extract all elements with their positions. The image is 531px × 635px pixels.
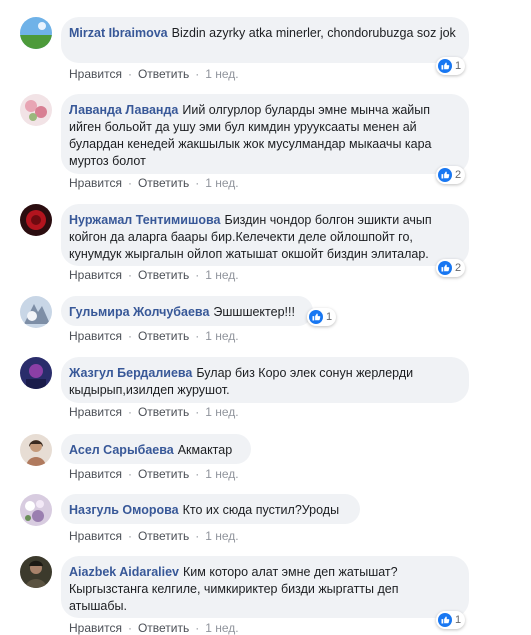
comment-actions: Нравится · Ответить · 1 нед. bbox=[69, 176, 239, 190]
reply-link[interactable]: Ответить bbox=[138, 329, 189, 343]
reaction-number: 1 bbox=[455, 60, 462, 72]
comment-author[interactable]: Aiazbek Aidaraliev bbox=[69, 565, 179, 579]
reply-link[interactable]: Ответить bbox=[138, 176, 189, 190]
reply-link[interactable]: Ответить bbox=[138, 405, 189, 419]
avatar[interactable] bbox=[20, 556, 52, 588]
reaction-count[interactable]: 1 bbox=[436, 611, 466, 629]
separator-dot: · bbox=[127, 467, 132, 481]
comment-author[interactable]: Асел Сарыбаева bbox=[69, 443, 174, 457]
like-link[interactable]: Нравится bbox=[69, 529, 122, 543]
like-link[interactable]: Нравится bbox=[69, 621, 122, 635]
comment-text: Акмактар bbox=[177, 443, 233, 457]
avatar[interactable] bbox=[20, 204, 52, 236]
reply-link[interactable]: Ответить bbox=[138, 67, 189, 81]
reaction-count[interactable]: 1 bbox=[307, 308, 337, 326]
comment-bubble: Жазгул Бердалиева Булар биз Коро элек сон… bbox=[61, 357, 469, 403]
comment-author[interactable]: Назгуль Оморова bbox=[69, 503, 179, 517]
comment-time[interactable]: 1 нед. bbox=[205, 529, 238, 543]
separator-dot: · bbox=[127, 405, 132, 419]
comment-author[interactable]: Лаванда Лаванда bbox=[69, 103, 178, 117]
comment-bubble: Асел Сарыбаева Акмактар bbox=[61, 434, 251, 464]
avatar[interactable] bbox=[20, 357, 52, 389]
like-link[interactable]: Нравится bbox=[69, 329, 122, 343]
comment-bubble: Назгуль Оморова Кто их сюда пустил?Уроды bbox=[61, 494, 360, 524]
avatar[interactable] bbox=[20, 17, 52, 49]
comment-author[interactable]: Жазгул Бердалиева bbox=[69, 366, 192, 380]
comment-actions: Нравится · Ответить · 1 нед. bbox=[69, 268, 239, 282]
comment-time[interactable]: 1 нед. bbox=[205, 467, 238, 481]
like-link[interactable]: Нравится bbox=[69, 405, 122, 419]
comment-bubble: Mirzat Ibraimova Bizdin azyrky atka miner… bbox=[61, 17, 469, 63]
comment-text: Кто их сюда пустил?Уроды bbox=[182, 503, 340, 517]
like-link[interactable]: Нравится bbox=[69, 268, 122, 282]
comment-time[interactable]: 1 нед. bbox=[205, 67, 238, 81]
like-link[interactable]: Нравится bbox=[69, 176, 122, 190]
comment-time[interactable]: 1 нед. bbox=[205, 329, 238, 343]
reaction-number: 2 bbox=[455, 169, 462, 181]
separator-dot: · bbox=[127, 621, 132, 635]
reaction-count[interactable]: 1 bbox=[436, 57, 466, 75]
reaction-number: 2 bbox=[455, 262, 462, 274]
comment-author[interactable]: Нуржамал Тентимишова bbox=[69, 213, 220, 227]
separator-dot: · bbox=[195, 176, 200, 190]
separator-dot: · bbox=[127, 329, 132, 343]
reply-link[interactable]: Ответить bbox=[138, 529, 189, 543]
like-icon bbox=[438, 613, 452, 627]
reaction-count[interactable]: 2 bbox=[436, 259, 466, 277]
separator-dot: · bbox=[195, 405, 200, 419]
comment-actions: Нравится · Ответить · 1 нед. bbox=[69, 405, 239, 419]
separator-dot: · bbox=[127, 67, 132, 81]
comment-text: Эшшшектер!!! bbox=[213, 305, 295, 319]
like-icon bbox=[438, 59, 452, 73]
comment-time[interactable]: 1 нед. bbox=[205, 268, 238, 282]
separator-dot: · bbox=[195, 529, 200, 543]
separator-dot: · bbox=[195, 621, 200, 635]
separator-dot: · bbox=[195, 329, 200, 343]
like-link[interactable]: Нравится bbox=[69, 67, 122, 81]
reaction-number: 1 bbox=[326, 311, 333, 323]
comment-actions: Нравится · Ответить · 1 нед. bbox=[69, 67, 239, 81]
separator-dot: · bbox=[127, 529, 132, 543]
reaction-count[interactable]: 2 bbox=[436, 166, 466, 184]
comment-bubble: Гульмира Жолчубаева Эшшшектер!!! bbox=[61, 296, 313, 326]
reply-link[interactable]: Ответить bbox=[138, 621, 189, 635]
comment-bubble: Aiazbek Aidaraliev Ким которо алат эмне д… bbox=[61, 556, 469, 618]
comment-author[interactable]: Mirzat Ibraimova bbox=[69, 26, 168, 40]
separator-dot: · bbox=[195, 67, 200, 81]
separator-dot: · bbox=[195, 467, 200, 481]
comment-time[interactable]: 1 нед. bbox=[205, 176, 238, 190]
comment-actions: Нравится · Ответить · 1 нед. bbox=[69, 621, 239, 635]
comment-text: Bizdin azyrky atka minerler, chondorubuz… bbox=[171, 26, 456, 40]
comment-time[interactable]: 1 нед. bbox=[205, 405, 238, 419]
comment-bubble: Лаванда Лаванда Иий олгурлор буларды эмне… bbox=[61, 94, 469, 174]
reaction-number: 1 bbox=[455, 614, 462, 626]
separator-dot: · bbox=[127, 176, 132, 190]
separator-dot: · bbox=[127, 268, 132, 282]
separator-dot: · bbox=[195, 268, 200, 282]
like-link[interactable]: Нравится bbox=[69, 467, 122, 481]
comment-author[interactable]: Гульмира Жолчубаева bbox=[69, 305, 209, 319]
avatar[interactable] bbox=[20, 494, 52, 526]
comment-actions: Нравится · Ответить · 1 нед. bbox=[69, 329, 239, 343]
avatar[interactable] bbox=[20, 94, 52, 126]
like-icon bbox=[438, 261, 452, 275]
reply-link[interactable]: Ответить bbox=[138, 467, 189, 481]
avatar[interactable] bbox=[20, 296, 52, 328]
comment-actions: Нравится · Ответить · 1 нед. bbox=[69, 467, 239, 481]
comment-actions: Нравится · Ответить · 1 нед. bbox=[69, 529, 239, 543]
reply-link[interactable]: Ответить bbox=[138, 268, 189, 282]
comment-time[interactable]: 1 нед. bbox=[205, 621, 238, 635]
like-icon bbox=[309, 310, 323, 324]
comment-bubble: Нуржамал Тентимишова Биздин чондор болгон… bbox=[61, 204, 469, 266]
like-icon bbox=[438, 168, 452, 182]
avatar[interactable] bbox=[20, 434, 52, 466]
